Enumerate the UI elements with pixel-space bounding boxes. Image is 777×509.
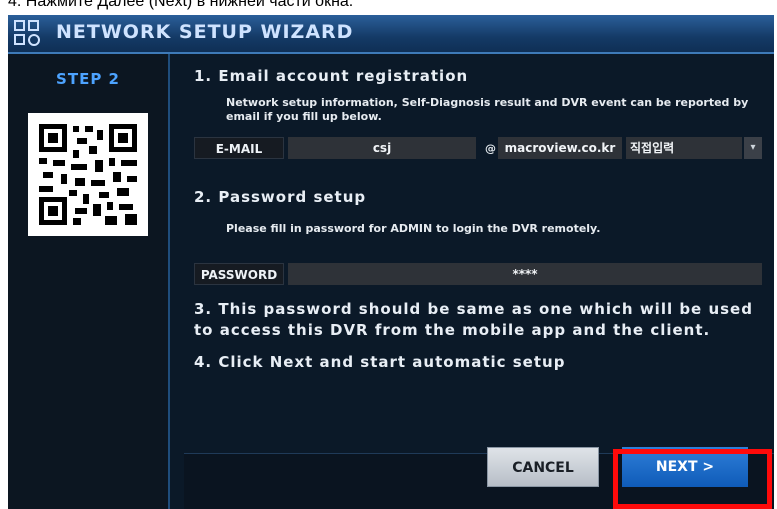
window-title: NETWORK SETUP WIZARD	[56, 21, 354, 43]
password-input[interactable]: ****	[288, 263, 762, 285]
email-label: E-MAIL	[194, 137, 284, 159]
section-password-note: 3. This password should be same as one w…	[194, 300, 753, 339]
email-domain-input[interactable]: macroview.co.kr	[498, 137, 622, 159]
qr-code	[28, 113, 148, 236]
step-label: STEP 2	[56, 70, 120, 88]
network-setup-wizard-window: NETWORK SETUP WIZARD STEP 2 1. Email acc…	[8, 15, 774, 509]
section-email-description: Network setup information, Self-Diagnosi…	[226, 96, 749, 123]
section-password-title: 2. Password setup	[194, 188, 367, 206]
title-bar: NETWORK SETUP WIZARD	[8, 15, 774, 54]
dropdown-arrow-icon[interactable]: ▾	[744, 137, 762, 159]
email-domain-select[interactable]: 직접입력	[626, 137, 742, 159]
cancel-button[interactable]: CANCEL	[487, 447, 599, 487]
section-email-title: 1. Email account registration	[194, 67, 469, 85]
next-button-highlight	[613, 449, 772, 509]
password-label: PASSWORD	[194, 263, 284, 285]
network-wizard-icon	[14, 20, 40, 46]
section-next-instruction: 4. Click Next and start automatic setup	[194, 353, 566, 371]
wizard-content: 1. Email account registration Network se…	[184, 54, 774, 509]
email-domain-select-value: 직접입력	[630, 141, 675, 155]
section-password-description: Please fill in password for ADMIN to log…	[226, 222, 601, 235]
instruction-caption: 4. Нажмите Далее (Next) в нижней части о…	[8, 0, 354, 10]
left-panel: STEP 2	[8, 54, 170, 509]
email-at-sign: @	[485, 142, 496, 155]
qr-code-icon	[39, 124, 137, 225]
email-user-input[interactable]: csj	[288, 137, 476, 159]
